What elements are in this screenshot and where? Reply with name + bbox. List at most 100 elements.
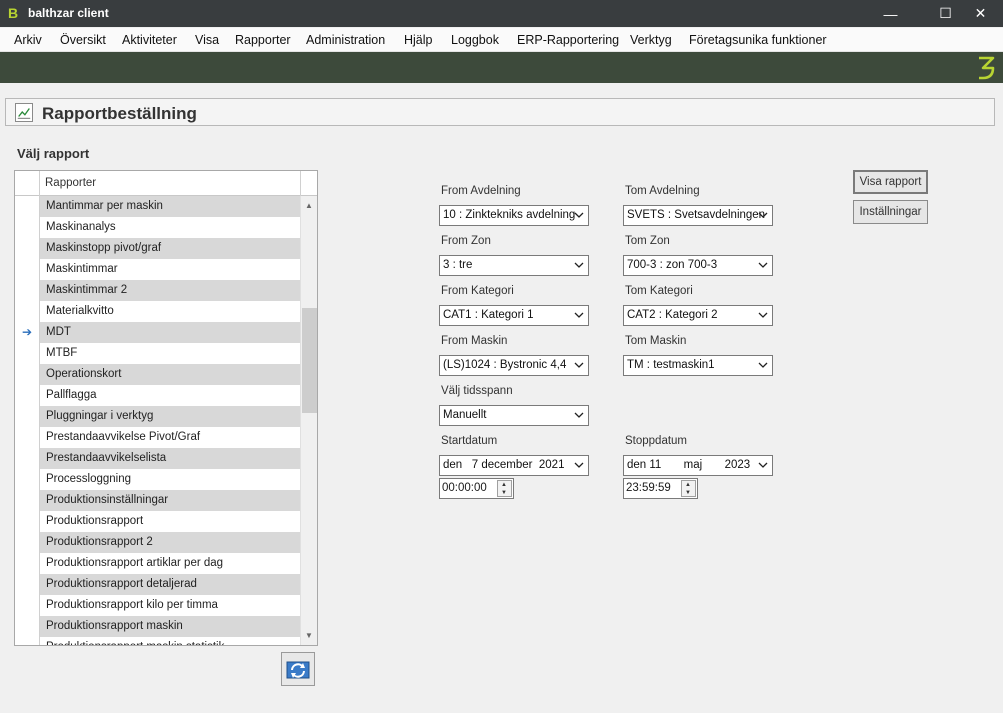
- report-row[interactable]: ➔ MDT: [15, 322, 300, 343]
- column-header-rapporter[interactable]: Rapporter: [45, 177, 96, 189]
- tom-zon-select[interactable]: 700-3 : zon 700-3: [623, 255, 773, 276]
- from-kategori-select[interactable]: CAT1 : Kategori 1: [439, 305, 589, 326]
- report-name-cell[interactable]: Maskintimmar 2: [40, 280, 300, 301]
- report-grid-scrollbar[interactable]: ▲ ▼: [300, 196, 317, 645]
- menu-hjalp[interactable]: Hjälp: [404, 33, 433, 47]
- report-name-cell[interactable]: Maskintimmar: [40, 259, 300, 280]
- spin-down-icon[interactable]: ▼: [685, 490, 691, 496]
- report-name-cell[interactable]: Produktionsrapport kilo per timma: [40, 595, 300, 616]
- report-row[interactable]: Maskinanalys: [15, 217, 300, 238]
- row-selector[interactable]: [15, 364, 40, 385]
- spin-up-icon[interactable]: ▲: [501, 482, 507, 488]
- row-selector[interactable]: [15, 532, 40, 553]
- stoppdatum-picker[interactable]: den 11 maj 2023: [623, 455, 773, 476]
- stopptid-spin-buttons[interactable]: ▲ ▼: [681, 480, 696, 497]
- menu-foretagsunika[interactable]: Företagsunika funktioner: [689, 33, 827, 47]
- report-name-cell[interactable]: Materialkvitto: [40, 301, 300, 322]
- menu-oversikt[interactable]: Översikt: [60, 33, 106, 47]
- report-row[interactable]: Produktionsrapport maskin: [15, 616, 300, 637]
- row-selector[interactable]: [15, 427, 40, 448]
- row-selector[interactable]: [15, 448, 40, 469]
- report-name-cell[interactable]: MDT: [40, 322, 300, 343]
- report-name-cell[interactable]: Pluggningar i verktyg: [40, 406, 300, 427]
- report-name-cell[interactable]: Operationskort: [40, 364, 300, 385]
- menu-rapporter[interactable]: Rapporter: [235, 33, 291, 47]
- report-name-cell[interactable]: Produktionsrapport maskin: [40, 616, 300, 637]
- report-row[interactable]: Prestandaavvikelselista: [15, 448, 300, 469]
- report-name-cell[interactable]: Produktionsrapport 2: [40, 532, 300, 553]
- refresh-button[interactable]: [281, 652, 315, 686]
- report-row[interactable]: Materialkvitto: [15, 301, 300, 322]
- report-row[interactable]: Maskintimmar: [15, 259, 300, 280]
- report-row[interactable]: Produktionsrapport artiklar per dag: [15, 553, 300, 574]
- row-selector[interactable]: ➔: [15, 322, 40, 343]
- row-selector[interactable]: [15, 238, 40, 259]
- tidsspann-select[interactable]: Manuellt: [439, 405, 589, 426]
- report-row[interactable]: Pallflagga: [15, 385, 300, 406]
- report-name-cell[interactable]: Produktionsrapport maskin statistik: [40, 637, 300, 645]
- row-selector[interactable]: [15, 574, 40, 595]
- report-row[interactable]: Produktionsrapport 2: [15, 532, 300, 553]
- starttid-spin-buttons[interactable]: ▲ ▼: [497, 480, 512, 497]
- report-row[interactable]: Produktionsrapport maskin statistik: [15, 637, 300, 645]
- report-row[interactable]: Produktionsrapport: [15, 511, 300, 532]
- row-selector[interactable]: [15, 511, 40, 532]
- row-selector[interactable]: [15, 469, 40, 490]
- starttid-spinner[interactable]: 00:00:00 ▲ ▼: [439, 478, 514, 499]
- row-selector[interactable]: [15, 490, 40, 511]
- report-row[interactable]: Maskinstopp pivot/graf: [15, 238, 300, 259]
- report-row[interactable]: Processloggning: [15, 469, 300, 490]
- row-selector[interactable]: [15, 595, 40, 616]
- stopptid-spinner[interactable]: 23:59:59 ▲ ▼: [623, 478, 698, 499]
- tom-kategori-select[interactable]: CAT2 : Kategori 2: [623, 305, 773, 326]
- report-name-cell[interactable]: Maskinstopp pivot/graf: [40, 238, 300, 259]
- tom-avdelning-select[interactable]: SVETS : Svetsavdelningen: [623, 205, 773, 226]
- row-selector[interactable]: [15, 301, 40, 322]
- row-selector[interactable]: [15, 616, 40, 637]
- report-name-cell[interactable]: Pallflagga: [40, 385, 300, 406]
- startdatum-picker[interactable]: den 7 december 2021: [439, 455, 589, 476]
- tom-maskin-select[interactable]: TM : testmaskin1: [623, 355, 773, 376]
- close-button[interactable]: ✕: [958, 0, 1003, 27]
- row-selector[interactable]: [15, 343, 40, 364]
- menu-loggbok[interactable]: Loggbok: [451, 33, 499, 47]
- report-row[interactable]: Operationskort: [15, 364, 300, 385]
- row-selector[interactable]: [15, 553, 40, 574]
- report-row[interactable]: Produktionsrapport kilo per timma: [15, 595, 300, 616]
- scroll-up-icon[interactable]: ▲: [301, 199, 317, 213]
- menu-administration[interactable]: Administration: [306, 33, 385, 47]
- report-name-cell[interactable]: Produktionsinställningar: [40, 490, 300, 511]
- report-name-cell[interactable]: Prestandaavvikelse Pivot/Graf: [40, 427, 300, 448]
- report-name-cell[interactable]: MTBF: [40, 343, 300, 364]
- report-row[interactable]: Maskintimmar 2: [15, 280, 300, 301]
- from-maskin-select[interactable]: (LS)1024 : Bystronic 4,4: [439, 355, 589, 376]
- menu-arkiv[interactable]: Arkiv: [14, 33, 42, 47]
- report-name-cell[interactable]: Prestandaavvikelselista: [40, 448, 300, 469]
- spin-down-icon[interactable]: ▼: [501, 490, 507, 496]
- report-name-cell[interactable]: Produktionsrapport: [40, 511, 300, 532]
- menu-visa[interactable]: Visa: [195, 33, 219, 47]
- scroll-thumb[interactable]: [302, 308, 317, 413]
- row-selector[interactable]: [15, 406, 40, 427]
- report-row[interactable]: Produktionsinställningar: [15, 490, 300, 511]
- visa-rapport-button[interactable]: Visa rapport: [853, 170, 928, 194]
- report-name-cell[interactable]: Mantimmar per maskin: [40, 196, 300, 217]
- report-name-cell[interactable]: Processloggning: [40, 469, 300, 490]
- row-selector[interactable]: [15, 280, 40, 301]
- report-name-cell[interactable]: Maskinanalys: [40, 217, 300, 238]
- spin-up-icon[interactable]: ▲: [685, 482, 691, 488]
- row-selector[interactable]: [15, 385, 40, 406]
- report-row[interactable]: Produktionsrapport detaljerad: [15, 574, 300, 595]
- row-selector[interactable]: [15, 637, 40, 645]
- report-name-cell[interactable]: Produktionsrapport artiklar per dag: [40, 553, 300, 574]
- from-avdelning-select[interactable]: 10 : Zinktekniks avdelning: [439, 205, 589, 226]
- report-name-cell[interactable]: Produktionsrapport detaljerad: [40, 574, 300, 595]
- menu-aktiviteter[interactable]: Aktiviteter: [122, 33, 177, 47]
- row-selector[interactable]: [15, 217, 40, 238]
- report-row[interactable]: MTBF: [15, 343, 300, 364]
- row-selector[interactable]: [15, 196, 40, 217]
- menu-verktyg[interactable]: Verktyg: [630, 33, 672, 47]
- menu-erp-rapportering[interactable]: ERP-Rapportering: [517, 33, 619, 47]
- row-selector[interactable]: [15, 259, 40, 280]
- report-row[interactable]: Mantimmar per maskin: [15, 196, 300, 217]
